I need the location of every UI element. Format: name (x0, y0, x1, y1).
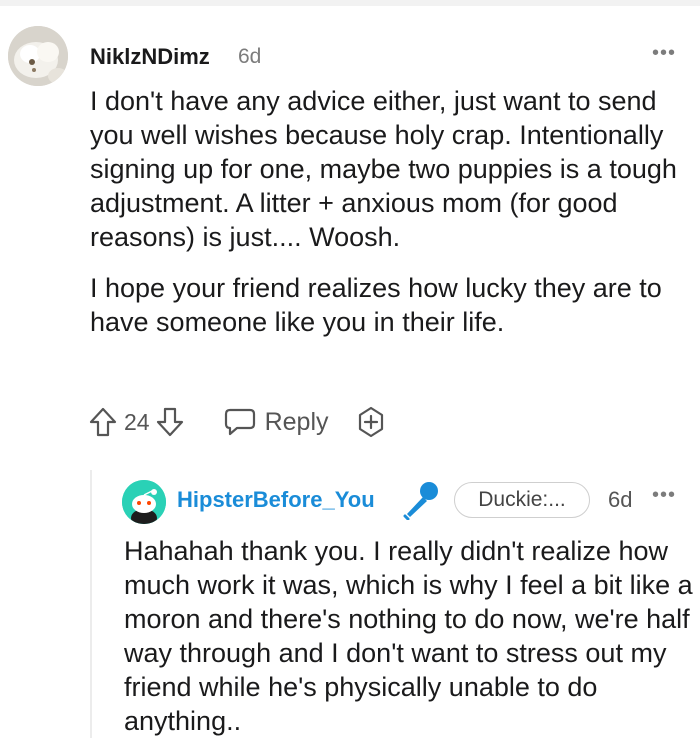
comment-body: I don't have any advice either, just wan… (90, 84, 680, 356)
vote-count: 24 (124, 408, 150, 435)
user-avatar[interactable] (8, 26, 68, 86)
user-flair[interactable]: Duckie:... (454, 482, 590, 518)
comment-paragraph: I don't have any advice either, just wan… (90, 86, 677, 252)
user-avatar[interactable] (122, 480, 166, 524)
thread-line[interactable] (90, 470, 92, 738)
top-divider (0, 0, 700, 6)
more-options-button[interactable]: ••• (652, 42, 676, 65)
award-plus-icon[interactable] (355, 406, 387, 438)
upvote-arrow-icon[interactable] (88, 406, 118, 438)
comment-author[interactable]: HipsterBefore_You (177, 487, 375, 513)
comment-age: 6d (238, 45, 262, 68)
microphone-icon (399, 480, 441, 525)
comment-author[interactable]: NiklzNDimz (90, 44, 210, 70)
reply-button[interactable]: Reply (223, 407, 329, 437)
more-options-button[interactable]: ••• (652, 484, 676, 507)
comment-actions: 24 Reply (88, 402, 387, 442)
comment-age: 6d (608, 487, 633, 512)
comment-paragraph: I hope your friend realizes how lucky th… (90, 273, 662, 337)
comment-body: Hahahah thank you. I really didn't reali… (124, 534, 694, 738)
reply-label: Reply (264, 407, 329, 436)
downvote-arrow-icon[interactable] (155, 406, 185, 438)
comment-paragraph: Hahahah thank you. I really didn't reali… (124, 536, 693, 736)
speech-bubble-icon (223, 407, 257, 437)
